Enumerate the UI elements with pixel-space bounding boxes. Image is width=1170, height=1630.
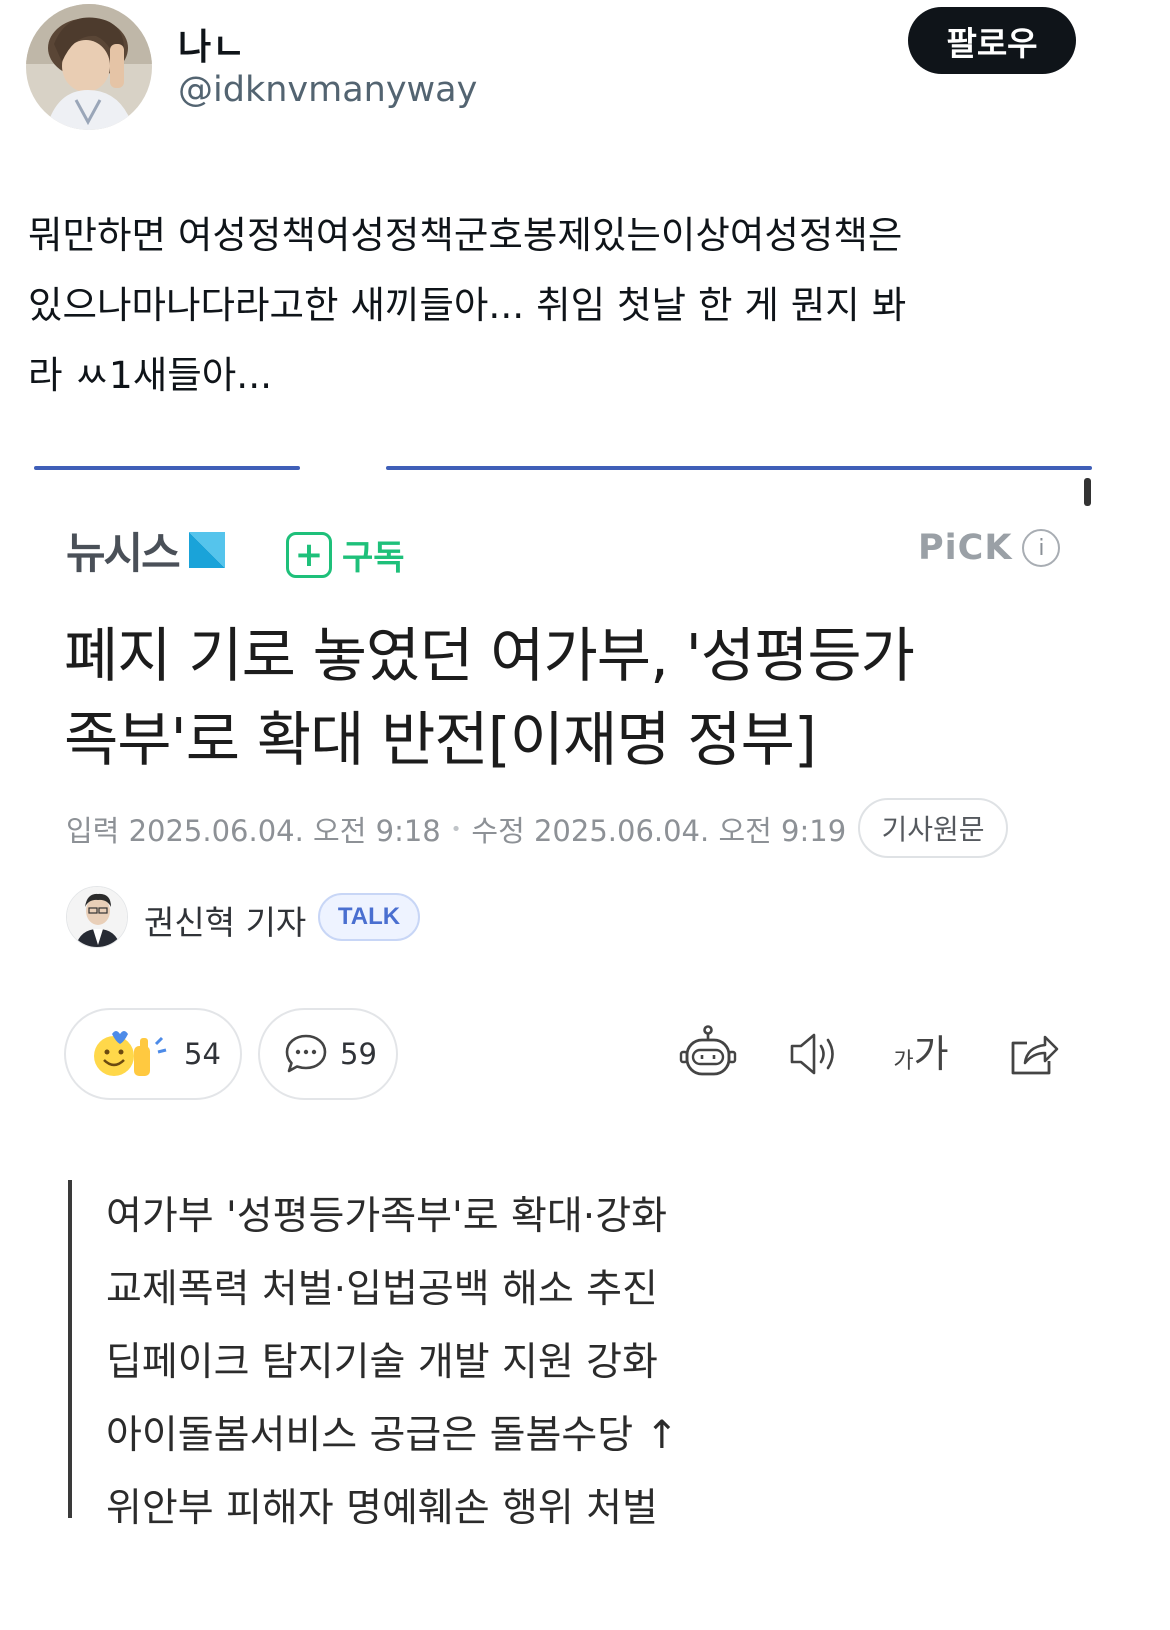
font-size-button[interactable]: 가가 xyxy=(888,1022,954,1086)
tweet-text: 뭐만하면 여성정책여성정책군호봉제있는이상여성정책은 있으나마나다라고한 새끼들… xyxy=(28,213,907,397)
font-size-icon: 가가 xyxy=(893,1035,948,1073)
summary-line: 위안부 피해자 명예훼손 행위 처벌 xyxy=(106,1486,658,1531)
emoji-reaction-icon xyxy=(94,1031,167,1076)
modified-date: 수정 2025.06.04. 오전 9:19 xyxy=(471,814,847,848)
profile-photo-icon xyxy=(26,4,152,130)
share-button[interactable] xyxy=(1000,1022,1064,1086)
subscribe-label: 구독 xyxy=(342,538,405,578)
screenshot-top-line-right xyxy=(386,466,1092,470)
summary-line: 여가부 '성평등가족부'로 확대·강화 xyxy=(106,1194,667,1239)
summary-line: 교제폭력 처벌·입법공백 해소 추진 xyxy=(106,1267,658,1312)
article-dates: 입력 2025.06.04. 오전 9:18 • 수정 2025.06.04. … xyxy=(66,808,846,850)
info-icon[interactable]: i xyxy=(1022,529,1061,567)
published-date: 입력 2025.06.04. 오전 9:18 xyxy=(66,814,441,848)
screenshot-scrollbar xyxy=(1084,478,1091,506)
pick-label: PiCK xyxy=(918,528,1013,568)
reaction-button[interactable]: 54 xyxy=(64,1008,242,1100)
reporter-avatar[interactable] xyxy=(66,886,128,948)
ai-summary-button[interactable] xyxy=(676,1022,740,1086)
user-handle[interactable]: @idknvmanyway xyxy=(178,70,477,110)
reaction-count: 54 xyxy=(184,1037,221,1071)
headline-text: 폐지 기로 놓였던 여가부, '성평등가 족부'로 확대 반전[이재명 정부] xyxy=(64,621,915,774)
speaker-icon xyxy=(790,1033,834,1075)
listen-button[interactable] xyxy=(782,1022,846,1086)
comment-count: 59 xyxy=(340,1037,377,1071)
share-icon xyxy=(1011,1035,1059,1075)
plus-icon: + xyxy=(286,531,332,578)
article-summary: 여가부 '성평등가족부'로 확대·강화 교제폭력 처벌·입법공백 해소 추진 딥… xyxy=(68,1180,768,1531)
pick-badge[interactable]: PiCK i xyxy=(918,528,1061,568)
subscribe-button[interactable]: + 구독 xyxy=(286,530,405,579)
follow-button[interactable]: 팔로우 xyxy=(908,7,1076,74)
summary-line: 아이돌봄서비스 공급은 돌봄수당 ↑ xyxy=(106,1413,679,1458)
profile-avatar[interactable] xyxy=(26,4,152,130)
ai-bot-icon xyxy=(679,1025,737,1076)
publisher-name: 뉴시스 xyxy=(66,529,181,579)
screenshot-top-line-left xyxy=(34,466,300,470)
summary-line: 딥페이크 탐지기술 개발 지원 강화 xyxy=(106,1340,658,1385)
date-separator: • xyxy=(450,818,462,840)
comment-bubble-icon xyxy=(285,1034,327,1073)
talk-button[interactable]: TALK xyxy=(318,893,420,941)
comment-button[interactable]: 59 xyxy=(258,1008,398,1100)
reporter-photo-icon xyxy=(67,887,127,947)
reporter-name[interactable]: 권신혁 기자 xyxy=(144,896,306,944)
font-size-large: 가 xyxy=(913,1032,949,1076)
newsis-logo-mark-icon xyxy=(188,532,225,568)
article-headline: 폐지 기로 놓였던 여가부, '성평등가 족부'로 확대 반전[이재명 정부] xyxy=(64,614,1084,782)
display-name[interactable]: 나ㄴ xyxy=(178,18,246,70)
publisher-brand[interactable]: 뉴시스 xyxy=(66,526,227,579)
original-article-button[interactable]: 기사원문 xyxy=(858,798,1008,858)
font-size-small: 가 xyxy=(893,1049,914,1074)
